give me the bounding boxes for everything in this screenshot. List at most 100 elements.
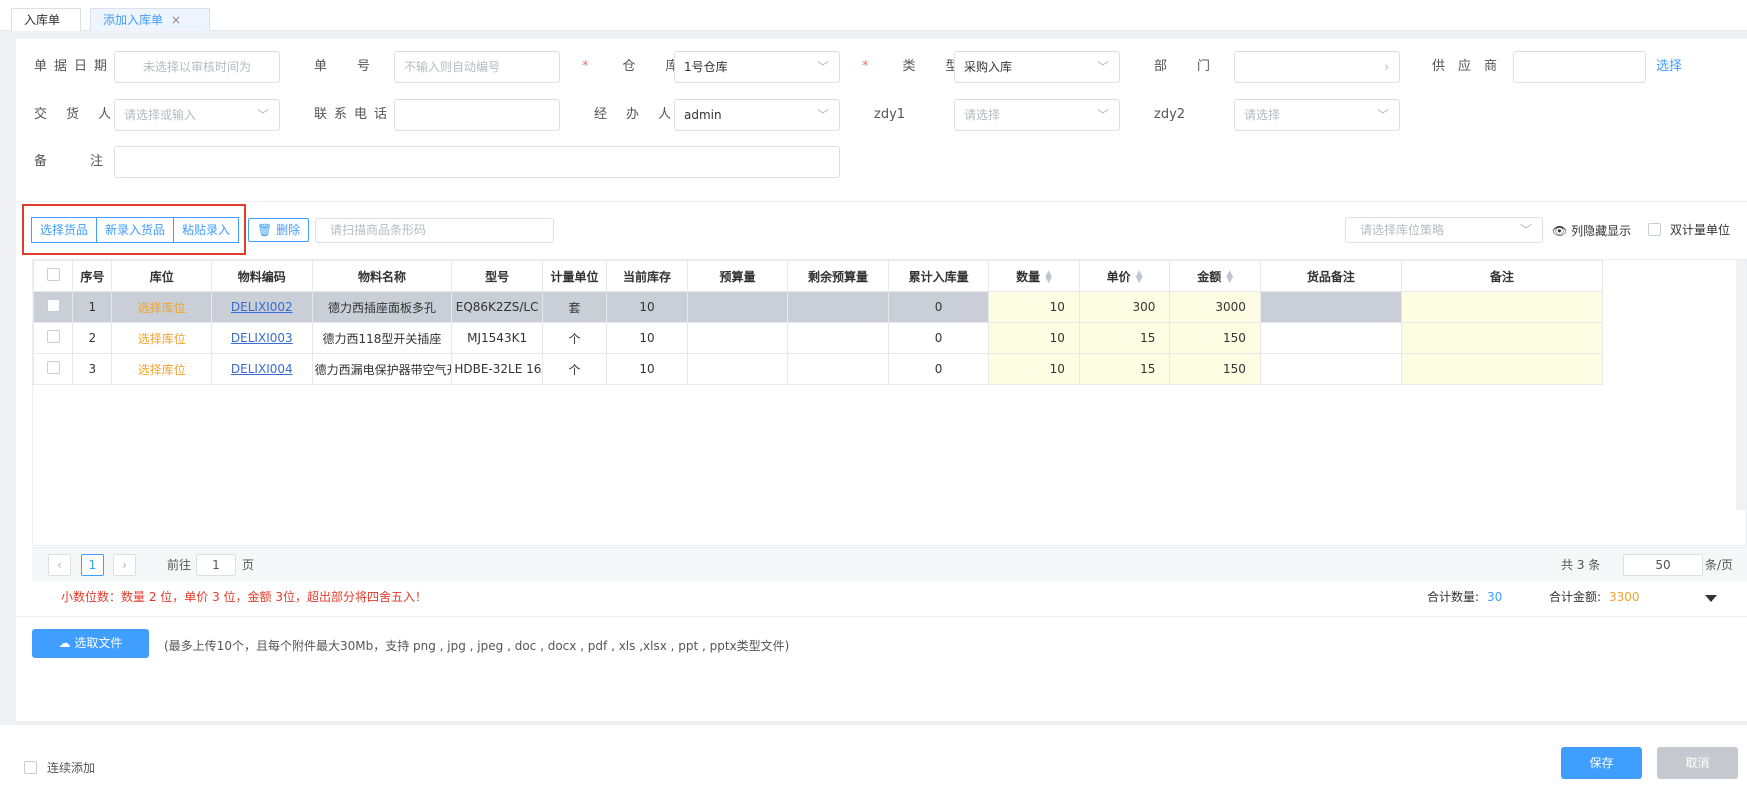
cell-code-link[interactable]: DELIXI003 xyxy=(211,322,313,354)
save-button[interactable]: 保存 xyxy=(1561,747,1642,779)
cell-amount[interactable]: 3000 xyxy=(1169,291,1261,323)
dual-unit-checkbox[interactable]: 双计量单位 xyxy=(1648,221,1730,238)
tab-add-stock-in[interactable]: 添加入库单 × xyxy=(90,8,210,31)
column-visibility-toggle[interactable]: 👁 列隐藏显示 xyxy=(1552,222,1631,239)
cancel-button[interactable]: 取消 xyxy=(1657,747,1738,779)
paste-input-button[interactable]: 粘贴录入 xyxy=(173,217,240,243)
zdy1-select[interactable]: 请选择 ﹀ xyxy=(954,99,1120,131)
vertical-scrollbar[interactable] xyxy=(1736,260,1746,510)
cell-unit: 套 xyxy=(541,291,608,323)
col-header: 物料名称 xyxy=(311,260,453,292)
close-icon[interactable]: × xyxy=(171,13,181,27)
cell-no: 1 xyxy=(72,291,113,323)
cell-goods-remark[interactable] xyxy=(1259,322,1402,354)
cell-unit: 个 xyxy=(541,353,608,385)
cell-price[interactable]: 15 xyxy=(1078,322,1171,354)
remark-input[interactable] xyxy=(114,146,840,178)
cell-remark[interactable] xyxy=(1400,353,1604,385)
dept-label: 部门 xyxy=(1154,59,1241,74)
per-page-label: 条/页 xyxy=(1705,558,1734,572)
cell-remark[interactable] xyxy=(1400,322,1604,354)
supplier-label: 供应商 xyxy=(1432,59,1511,74)
cell-price[interactable]: 15 xyxy=(1078,353,1171,385)
cell-goods-remark[interactable] xyxy=(1259,353,1402,385)
tab-label: 添加入库单 xyxy=(103,13,164,27)
cell-location-link[interactable]: 选择库位 xyxy=(111,353,212,385)
chevron-right-icon: › xyxy=(1384,60,1389,74)
col-header-sortable[interactable]: 金额 ▲ ▼ xyxy=(1169,260,1261,292)
checkbox[interactable] xyxy=(1648,223,1661,236)
cell-location-link[interactable]: 选择库位 xyxy=(111,291,212,323)
cell-name: 德力西漏电保护器带空气开 xyxy=(311,353,453,385)
select-all-checkbox[interactable] xyxy=(33,260,74,292)
col-header-sortable[interactable]: 数量 ▲ ▼ xyxy=(988,260,1080,292)
cell-qty[interactable]: 10 xyxy=(988,291,1080,323)
zdy2-select[interactable]: 请选择 ﹀ xyxy=(1234,99,1400,131)
cell-goods-remark[interactable] xyxy=(1259,291,1402,323)
doc-no-label: 单号 xyxy=(314,59,401,74)
total-count: 共 3 条 xyxy=(1561,558,1601,572)
pagination: ‹ 1 › 前往 1 页 共 3 条 50 条/页 xyxy=(32,547,1747,581)
new-goods-button[interactable]: 新录入货品 xyxy=(96,217,175,243)
cell-code-link[interactable]: DELIXI004 xyxy=(211,353,313,385)
location-strategy-select[interactable]: 请选择库位策略 ﹀ xyxy=(1345,217,1543,243)
eye-icon: 👁 xyxy=(1552,224,1568,238)
col-header: 货品备注 xyxy=(1259,260,1402,292)
handler-select[interactable]: admin ﹀ xyxy=(674,99,840,131)
page-number-button[interactable]: 1 xyxy=(81,554,104,576)
phone-input[interactable] xyxy=(394,99,560,131)
cell-qty[interactable]: 10 xyxy=(988,322,1080,354)
row-checkbox[interactable] xyxy=(33,291,74,323)
row-checkbox[interactable] xyxy=(33,353,74,385)
cell-code-link[interactable]: DELIXI002 xyxy=(211,291,313,323)
doc-no-input[interactable]: 不输入则自动编号 xyxy=(394,51,560,83)
upload-file-button[interactable]: ☁ 选取文件 xyxy=(32,629,149,658)
barcode-scan-input[interactable]: 请扫描商品条形码 xyxy=(315,218,554,243)
checkbox[interactable] xyxy=(24,761,37,774)
goto-page-input[interactable]: 1 xyxy=(196,554,236,576)
cell-remark[interactable] xyxy=(1400,291,1604,323)
type-select[interactable]: 采购入库 ﹀ xyxy=(954,51,1120,83)
dept-select[interactable]: › xyxy=(1234,51,1400,83)
sort-icon[interactable]: ▲ ▼ xyxy=(1226,270,1233,285)
cell-budget xyxy=(686,291,789,323)
goods-table: 序号 库位 物料编码 物料名称 型号 计量单位 当前库存 预算量 剩余预算量 累… xyxy=(32,259,1747,546)
cell-price[interactable]: 300 xyxy=(1078,291,1171,323)
cell-qty[interactable]: 10 xyxy=(988,353,1080,385)
doc-date-input[interactable]: 未选择以审核时间为 xyxy=(114,51,280,83)
sort-icon[interactable]: ▲ ▼ xyxy=(1045,270,1052,285)
cell-name: 德力西插座面板多孔 xyxy=(311,291,453,323)
table-row[interactable]: 2 选择库位 DELIXI003 德力西118型开关插座 MJ1543K1 个 … xyxy=(33,322,1604,354)
table-row[interactable]: 3 选择库位 DELIXI004 德力西漏电保护器带空气开 HDBE-32LE … xyxy=(33,353,1604,385)
cell-stock: 10 xyxy=(606,322,688,354)
row-checkbox[interactable] xyxy=(33,322,74,354)
table-row[interactable]: 1 选择库位 DELIXI002 德力西插座面板多孔 EQ86K2ZS/LC 套… xyxy=(33,291,1604,323)
cell-amount[interactable]: 150 xyxy=(1169,353,1261,385)
tab-stock-in-list[interactable]: 入库单 xyxy=(11,8,81,31)
col-header: 序号 xyxy=(72,260,113,292)
cell-budget xyxy=(686,322,789,354)
caret-down-icon[interactable] xyxy=(1705,595,1717,602)
chevron-down-icon: ﹀ xyxy=(1096,108,1109,122)
continuous-add-checkbox[interactable]: 连续添加 xyxy=(24,759,95,776)
prev-page-button[interactable]: ‹ xyxy=(48,554,71,576)
cell-amount[interactable]: 150 xyxy=(1169,322,1261,354)
upload-note: (最多上传10个，且每个附件最大30Mb，支持 png , jpg , jpeg… xyxy=(164,639,790,653)
sort-icon[interactable]: ▲ ▼ xyxy=(1136,270,1143,285)
supplier-select-link[interactable]: 选择 xyxy=(1656,51,1682,83)
divider xyxy=(16,616,1747,617)
required-mark: * xyxy=(582,59,619,74)
select-goods-button[interactable]: 选择货品 xyxy=(31,217,98,243)
warehouse-select[interactable]: 1号仓库 ﹀ xyxy=(674,51,840,83)
supplier-input[interactable] xyxy=(1513,51,1646,83)
col-header-sortable[interactable]: 单价 ▲ ▼ xyxy=(1078,260,1171,292)
delete-button[interactable]: 🗑 删除 xyxy=(248,218,310,242)
page-size-input[interactable]: 50 xyxy=(1623,554,1703,576)
cell-model: EQ86K2ZS/LC xyxy=(451,291,543,323)
required-mark: * xyxy=(862,59,899,74)
next-page-button[interactable]: › xyxy=(113,554,136,576)
deliverer-select[interactable]: 请选择或输入 ﹀ xyxy=(114,99,280,131)
cell-model: HDBE-32LE 16A xyxy=(451,353,543,385)
total-amount-value: 3300 xyxy=(1609,590,1640,604)
cell-location-link[interactable]: 选择库位 xyxy=(111,322,212,354)
